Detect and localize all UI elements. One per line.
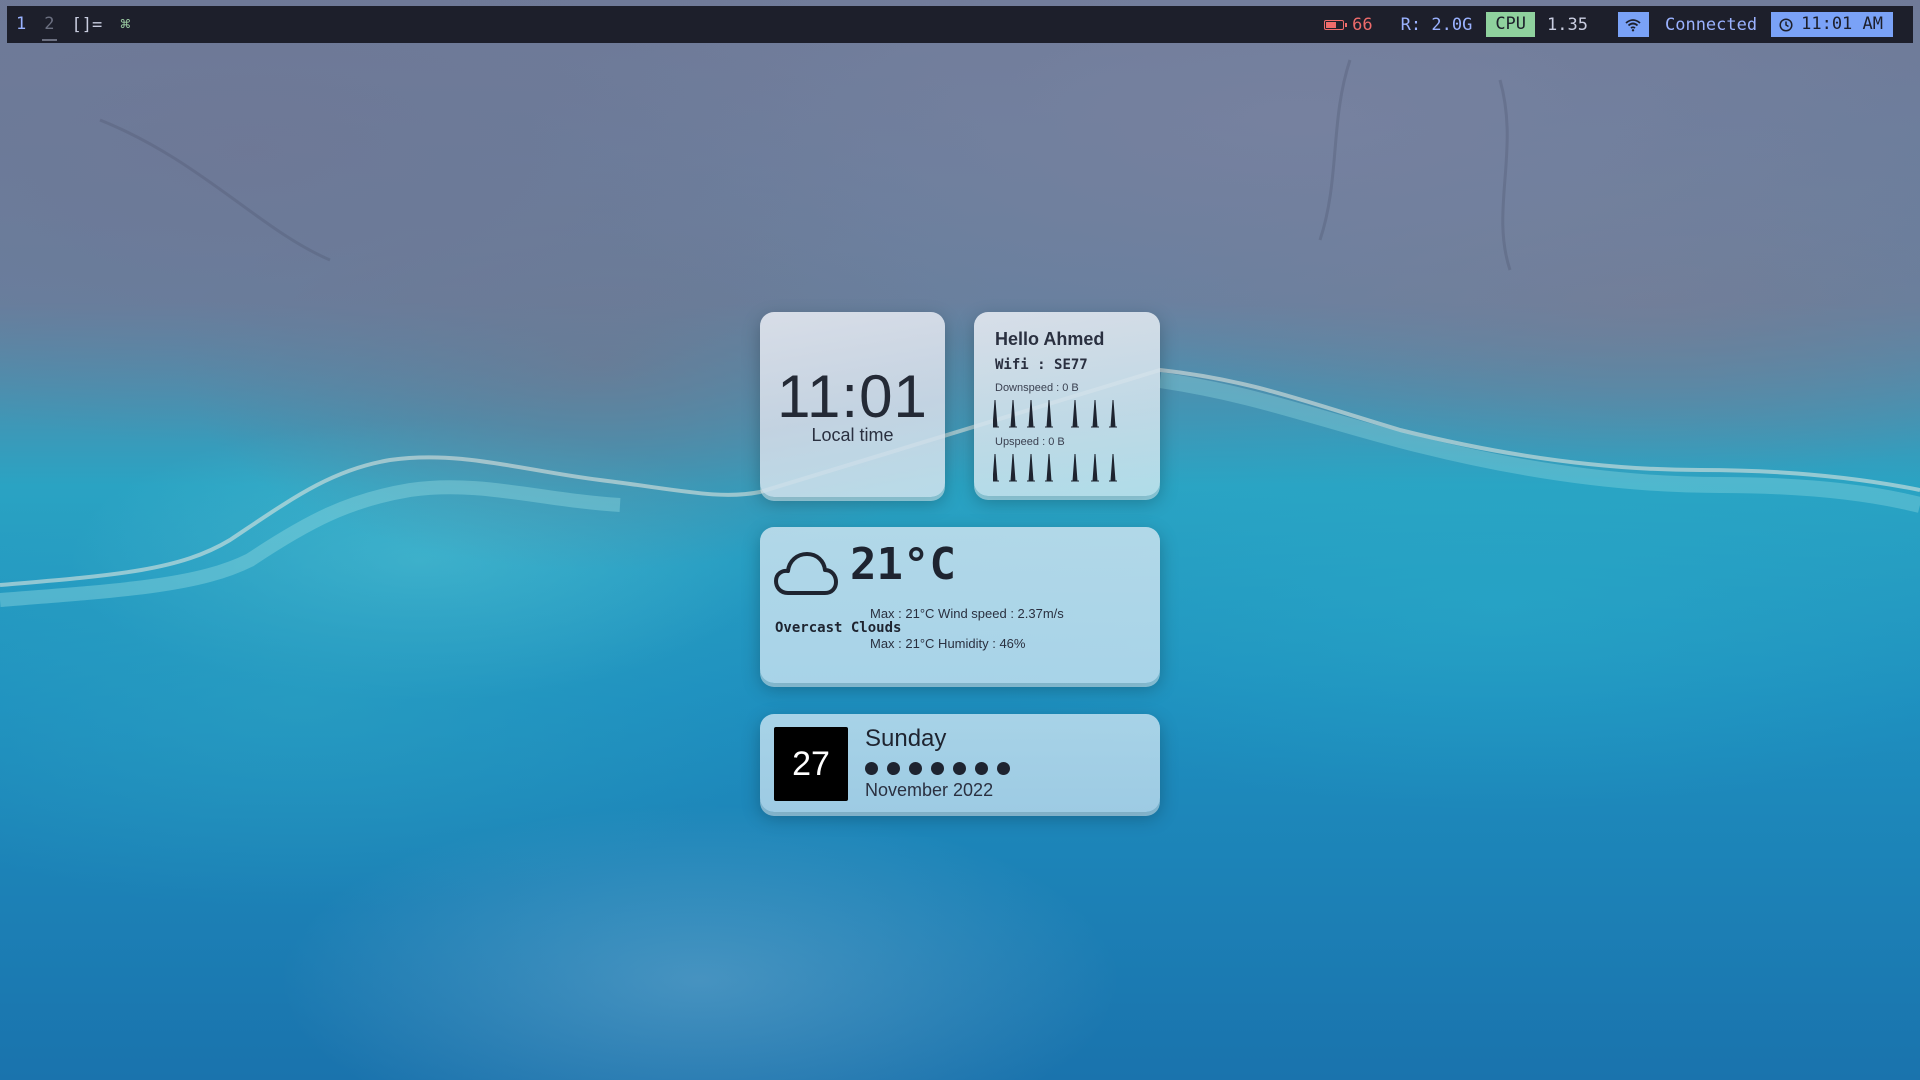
weather-max-humidity: Max : 21°C Humidity : 46%: [870, 636, 1026, 651]
clock-time-large: 11:01: [777, 363, 928, 430]
weekday-dot: [909, 762, 922, 775]
graph-spike: [1045, 399, 1053, 428]
cpu-value: 1.35: [1547, 14, 1588, 35]
wifi-line: Wifi : SE77: [995, 357, 1088, 373]
layout-indicator[interactable]: []=: [64, 15, 111, 35]
greeting: Hello Ahmed: [995, 329, 1105, 349]
weather-widget: 21°C Max : 21°C Wind speed : 2.37m/s Ove…: [760, 527, 1160, 683]
weekday-dot: [953, 762, 966, 775]
graph-spike: [993, 399, 999, 428]
graph-spike: [993, 453, 999, 482]
clock-time: 11:01 AM: [1801, 14, 1883, 34]
month-year: November 2022: [865, 780, 994, 800]
weekday-dot: [865, 762, 878, 775]
command-key-icon[interactable]: ⌘: [110, 15, 140, 35]
ram-module: R: 2.0G: [1400, 14, 1473, 35]
graph-spike: [1071, 399, 1079, 428]
temperature: 21°C: [850, 539, 956, 590]
clock-widget: 11:01 Local time: [760, 312, 945, 497]
downspeed-graph: [993, 399, 1117, 428]
clock-icon: [1779, 17, 1793, 32]
graph-spike: [1009, 399, 1017, 428]
workspace-1[interactable]: 1: [7, 6, 35, 43]
graph-spike: [1109, 399, 1117, 428]
upspeed-graph: [993, 453, 1117, 482]
graph-spike: [1009, 453, 1017, 482]
graph-spike: [1109, 453, 1117, 482]
weekday-dot: [931, 762, 944, 775]
clock-module[interactable]: 11:01 AM: [1771, 12, 1893, 37]
upspeed-label: Upspeed : 0 B: [995, 436, 1065, 448]
graph-spike: [1027, 453, 1035, 482]
clock-label: Local time: [811, 425, 894, 445]
wifi-icon: [1617, 12, 1649, 37]
cpu-module: CPU 1.35: [1486, 6, 1600, 43]
downspeed-label: Downspeed : 0 B: [995, 382, 1079, 394]
graph-spike: [1071, 453, 1079, 482]
graph-spike: [1045, 453, 1053, 482]
battery-value: 66: [1352, 14, 1373, 35]
weekday-dot: [997, 762, 1010, 775]
cpu-label: CPU: [1486, 12, 1536, 37]
cloud-icon: [774, 552, 838, 595]
network-widget: Hello Ahmed Wifi : SE77 Downspeed : 0 B …: [974, 312, 1160, 496]
weekday-dot: [887, 762, 900, 775]
graph-spike: [1091, 453, 1099, 482]
graph-spike: [1091, 399, 1099, 428]
battery-module: 66: [1310, 6, 1386, 43]
weather-condition: Overcast Clouds: [775, 620, 902, 636]
weather-max-wind: Max : 21°C Wind speed : 2.37m/s: [870, 606, 1064, 621]
wifi-status: Connected: [1664, 14, 1758, 35]
battery-icon: [1324, 19, 1348, 30]
date-widget: 27 Sunday November 2022: [760, 714, 1160, 812]
weekday: Sunday: [865, 725, 947, 752]
workspace-2[interactable]: 2: [35, 6, 63, 43]
weekday-dots: [865, 762, 1010, 775]
wifi-label: Wifi :: [995, 357, 1046, 373]
graph-spike: [1027, 399, 1035, 428]
day-number: 27: [774, 727, 848, 801]
network-module[interactable]: Connected: [1600, 6, 1771, 43]
top-bar: 1 2 []= ⌘ 66 R: 2.0G CPU 1.35 Connected …: [7, 6, 1913, 43]
weekday-dot: [975, 762, 988, 775]
wifi-ssid: SE77: [1054, 357, 1088, 373]
